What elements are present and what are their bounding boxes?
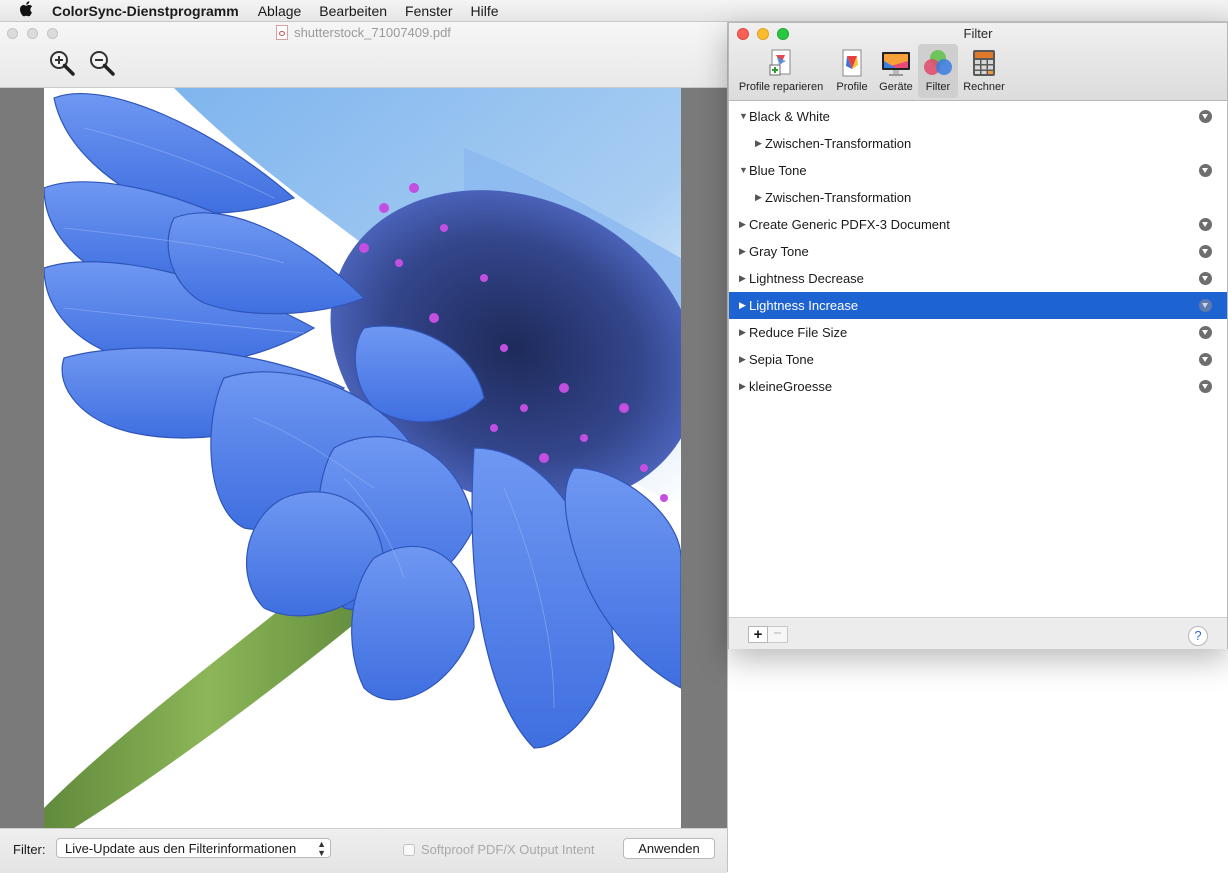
filter-row-subitem[interactable]: ▶ Zwischen-Transformation xyxy=(729,130,1227,157)
filter-row-lightness-increase[interactable]: ▶ Lightness Increase xyxy=(729,292,1227,319)
disclosure-collapsed-icon[interactable]: ▶ xyxy=(755,184,762,211)
filter-row-subitem[interactable]: ▶ Zwischen-Transformation xyxy=(729,184,1227,211)
filter-row-blue-tone[interactable]: ▼ Blue Tone xyxy=(729,157,1227,184)
filter-row-label: Lightness Decrease xyxy=(749,271,864,286)
help-button[interactable]: ? xyxy=(1188,626,1208,646)
filter-row-label: Zwischen-Transformation xyxy=(765,190,912,205)
disclosure-collapsed-icon[interactable]: ▶ xyxy=(739,238,746,265)
action-menu-icon[interactable] xyxy=(1199,110,1212,123)
profile-icon xyxy=(836,47,868,79)
menu-ablage[interactable]: Ablage xyxy=(258,3,302,19)
disclosure-collapsed-icon[interactable]: ▶ xyxy=(739,319,746,346)
menu-bar: ColorSync-Dienstprogramm Ablage Bearbeit… xyxy=(0,0,1228,22)
toolbar-devices-label: Geräte xyxy=(879,81,913,93)
toolbar-profile-label: Profile xyxy=(836,81,868,93)
document-filename: shutterstock_71007409.pdf xyxy=(294,25,451,40)
filter-row-label: Blue Tone xyxy=(749,163,807,178)
toolbar-calculator-label: Rechner xyxy=(963,81,1005,93)
flower-image xyxy=(44,88,681,828)
action-menu-icon[interactable] xyxy=(1199,164,1212,177)
action-menu-icon[interactable] xyxy=(1199,326,1212,339)
toolbar-devices[interactable]: Geräte xyxy=(874,44,918,98)
pdf-page xyxy=(44,88,681,828)
disclosure-collapsed-icon[interactable]: ▶ xyxy=(755,130,762,157)
document-bottom-bar: Filter: Live-Update aus den Filterinform… xyxy=(0,828,727,873)
zoom-in-icon xyxy=(50,51,75,76)
toolbar-profile-repair-label: Profile reparieren xyxy=(738,81,824,93)
filter-label: Filter: xyxy=(13,842,46,857)
document-canvas[interactable] xyxy=(0,88,727,828)
apple-logo-icon[interactable] xyxy=(0,0,52,21)
disclosure-collapsed-icon[interactable]: ▶ xyxy=(739,373,746,400)
menu-bearbeiten[interactable]: Bearbeiten xyxy=(319,3,387,19)
toolbar-calculator[interactable]: Rechner xyxy=(959,44,1009,98)
disclosure-expanded-icon[interactable]: ▼ xyxy=(739,157,748,184)
filter-list: ▼ Black & White ▶ Zwischen-Transformatio… xyxy=(729,101,1227,617)
action-menu-icon[interactable] xyxy=(1199,245,1212,258)
panel-title: Filter xyxy=(963,26,993,41)
panel-toolbar: Filter Profile reparieren Profile Geräte… xyxy=(729,23,1227,101)
checkbox-icon[interactable] xyxy=(403,844,415,856)
filter-icon xyxy=(922,47,954,79)
disclosure-collapsed-icon[interactable]: ▶ xyxy=(739,211,746,238)
action-menu-icon[interactable] xyxy=(1199,353,1212,366)
document-title: shutterstock_71007409.pdf xyxy=(0,25,727,40)
action-menu-icon[interactable] xyxy=(1199,218,1212,231)
filter-select-value: Live-Update aus den Filterinformationen xyxy=(65,841,297,856)
apply-button[interactable]: Anwenden xyxy=(623,838,715,859)
filter-row-gray-tone[interactable]: ▶ Gray Tone xyxy=(729,238,1227,265)
action-menu-icon[interactable] xyxy=(1199,380,1212,393)
filter-row-label: Zwischen-Transformation xyxy=(765,136,912,151)
action-menu-icon[interactable] xyxy=(1199,272,1212,285)
softproof-label: Softproof PDF/X Output Intent xyxy=(421,842,595,857)
action-menu-icon[interactable] xyxy=(1199,299,1212,312)
remove-filter-button[interactable]: − xyxy=(768,626,788,643)
document-window: shutterstock_71007409.pdf Filter: Live-U… xyxy=(0,22,728,873)
filter-row-label: Create Generic PDFX-3 Document xyxy=(749,217,950,232)
filter-row-label: Lightness Increase xyxy=(749,298,859,313)
toolbar-profile[interactable]: Profile xyxy=(832,44,872,98)
filter-row-black-white[interactable]: ▼ Black & White xyxy=(729,103,1227,130)
profile-repair-icon xyxy=(765,47,797,79)
menu-fenster[interactable]: Fenster xyxy=(405,3,452,19)
menu-app-name[interactable]: ColorSync-Dienstprogramm xyxy=(52,3,239,19)
disclosure-collapsed-icon[interactable]: ▶ xyxy=(739,346,746,373)
toolbar-profile-repair[interactable]: Profile reparieren xyxy=(735,44,827,98)
filter-row-label: Black & White xyxy=(749,109,830,124)
filter-row-lightness-decrease[interactable]: ▶ Lightness Decrease xyxy=(729,265,1227,292)
calculator-icon xyxy=(968,47,1000,79)
filter-row-label: kleineGroesse xyxy=(749,379,833,394)
filter-row-sepia-tone[interactable]: ▶ Sepia Tone xyxy=(729,346,1227,373)
disclosure-collapsed-icon[interactable]: ▶ xyxy=(739,292,746,319)
display-icon xyxy=(880,47,912,79)
zoom-in-button[interactable] xyxy=(48,49,76,77)
toolbar-filter[interactable]: Filter xyxy=(918,44,958,98)
zoom-out-icon xyxy=(90,51,115,76)
filter-row-label: Sepia Tone xyxy=(749,352,814,367)
filter-row-reduce-file-size[interactable]: ▶ Reduce File Size xyxy=(729,319,1227,346)
filter-row-pdfx3[interactable]: ▶ Create Generic PDFX-3 Document xyxy=(729,211,1227,238)
softproof-checkbox[interactable]: Softproof PDF/X Output Intent xyxy=(403,842,594,857)
pdf-file-icon xyxy=(276,25,289,40)
disclosure-expanded-icon[interactable]: ▼ xyxy=(739,103,748,130)
filter-row-kleinegroesse[interactable]: ▶ kleineGroesse xyxy=(729,373,1227,400)
filter-row-label: Reduce File Size xyxy=(749,325,848,340)
panel-bottom-bar: + − ? xyxy=(729,617,1227,649)
toolbar-filter-label: Filter xyxy=(925,81,951,93)
zoom-out-button[interactable] xyxy=(88,49,116,77)
document-titlebar: shutterstock_71007409.pdf xyxy=(0,22,727,88)
menu-hilfe[interactable]: Hilfe xyxy=(470,3,498,19)
chevron-up-down-icon: ▲ ▼ xyxy=(317,839,326,858)
filter-select[interactable]: Live-Update aus den Filterinformationen … xyxy=(56,838,331,858)
filter-row-label: Gray Tone xyxy=(749,244,809,259)
disclosure-collapsed-icon[interactable]: ▶ xyxy=(739,265,746,292)
filter-panel-window: Filter Profile reparieren Profile Geräte… xyxy=(728,22,1228,649)
add-filter-button[interactable]: + xyxy=(748,626,768,643)
